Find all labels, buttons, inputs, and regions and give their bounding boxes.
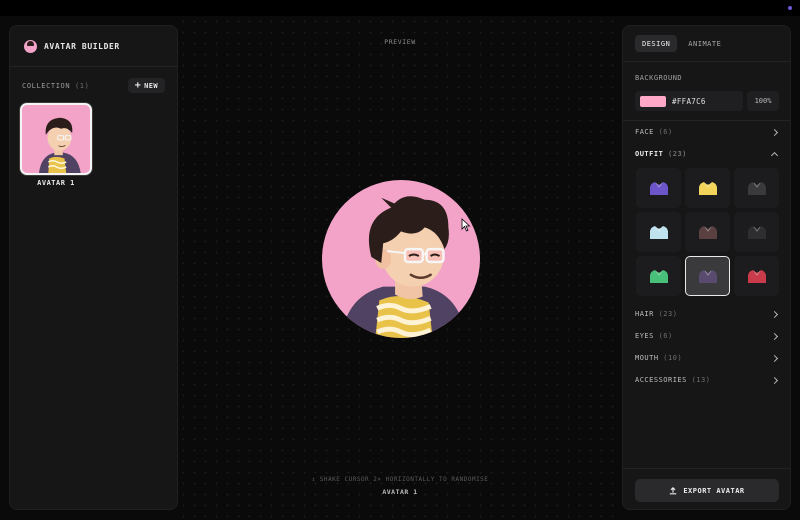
brand: AVATAR BUILDER xyxy=(24,40,120,53)
avatar-name: AVATAR 1 xyxy=(382,488,418,496)
section-accessories[interactable]: ACCESSORIES (13) xyxy=(635,374,779,386)
section-face-label: FACE (6) xyxy=(635,128,673,136)
avatar-thumbnail-label: AVATAR 1 xyxy=(37,179,75,187)
new-button-label: NEW xyxy=(144,81,158,90)
shirt-icon xyxy=(649,270,668,283)
chevron-right-icon xyxy=(770,128,779,136)
outfit-option[interactable] xyxy=(685,256,730,296)
section-outfit[interactable]: OUTFIT (23) xyxy=(635,148,779,160)
plus-icon: + xyxy=(134,79,142,91)
shirt-icon xyxy=(649,182,668,195)
avatar-thumbnail[interactable] xyxy=(20,103,92,175)
outfit-option[interactable] xyxy=(734,212,779,252)
section-hair[interactable]: HAIR (23) xyxy=(635,308,779,320)
avatar-illustration xyxy=(341,196,467,338)
shirt-icon xyxy=(698,270,717,283)
collection-label: COLLECTION (1) xyxy=(22,82,89,90)
shirt-icon xyxy=(649,226,668,239)
collection-panel: AVATAR BUILDER COLLECTION (1) + NEW AVAT… xyxy=(9,25,178,510)
upload-icon xyxy=(670,486,677,494)
section-eyes[interactable]: EYES (6) xyxy=(635,330,779,342)
avatar-thumbnail-illustration xyxy=(39,117,81,173)
collection-title: COLLECTION xyxy=(22,82,71,90)
section-hair-label: HAIR (23) xyxy=(635,310,678,318)
section-eyes-label: EYES (6) xyxy=(635,332,673,340)
collection-count: (1) xyxy=(74,82,90,90)
section-face[interactable]: FACE (6) xyxy=(635,126,779,138)
background-color-field[interactable]: #FFA7C6 xyxy=(635,91,743,111)
color-swatch[interactable] xyxy=(640,95,666,107)
shirt-icon xyxy=(747,182,766,195)
outfit-option[interactable] xyxy=(636,256,681,296)
chevron-right-icon xyxy=(770,332,779,340)
divider xyxy=(10,66,177,67)
outfit-option[interactable] xyxy=(636,168,681,208)
outfit-option[interactable] xyxy=(685,168,730,208)
divider xyxy=(623,120,790,121)
shirt-icon xyxy=(747,270,766,283)
app-title: AVATAR BUILDER xyxy=(44,42,120,51)
background-row: #FFA7C6 100% xyxy=(635,91,779,111)
section-outfit-label: OUTFIT (23) xyxy=(635,150,687,158)
chevron-right-icon xyxy=(770,376,779,384)
shirt-icon xyxy=(747,226,766,239)
top-bar xyxy=(0,0,800,16)
divider xyxy=(623,468,790,469)
outfit-option[interactable] xyxy=(734,168,779,208)
tab-animate[interactable]: ANIMATE xyxy=(681,35,728,52)
avatar-preview[interactable] xyxy=(322,180,480,338)
section-mouth-label: MOUTH (10) xyxy=(635,354,683,362)
shirt-icon xyxy=(698,226,717,239)
background-label: BACKGROUND xyxy=(635,74,683,82)
chevron-right-icon xyxy=(770,354,779,362)
export-avatar-button[interactable]: EXPORT AVATAR xyxy=(635,479,779,502)
section-accessories-label: ACCESSORIES (13) xyxy=(635,376,711,384)
editor-panel: DESIGN ANIMATE BACKGROUND #FFA7C6 100% F… xyxy=(622,25,791,510)
outfit-option[interactable] xyxy=(636,212,681,252)
background-opacity-field[interactable]: 100% xyxy=(747,91,779,111)
preview-label: PREVIEW xyxy=(384,38,416,46)
status-dot xyxy=(788,6,792,10)
outfit-grid xyxy=(636,168,780,296)
chevron-right-icon xyxy=(770,310,779,318)
section-mouth[interactable]: MOUTH (10) xyxy=(635,352,779,364)
tab-design[interactable]: DESIGN xyxy=(635,35,678,52)
avatar-logo-icon xyxy=(24,40,37,53)
new-avatar-button[interactable]: + NEW xyxy=(127,78,165,93)
chevron-up-icon xyxy=(770,151,779,160)
editor-tabs: DESIGN ANIMATE xyxy=(635,35,728,52)
mouse-cursor-icon xyxy=(461,218,471,232)
divider xyxy=(623,61,790,62)
randomise-hint: ↕ SHAKE CURSOR 2× HORIZONTALLY TO RANDOM… xyxy=(311,476,489,483)
outfit-option[interactable] xyxy=(685,212,730,252)
export-button-label: EXPORT AVATAR xyxy=(683,486,745,495)
shirt-icon xyxy=(698,182,717,195)
outfit-option[interactable] xyxy=(734,256,779,296)
preview-canvas[interactable]: PREVIEW ↕ SHAKE CURSOR 2× HORIZONTALLY T… xyxy=(178,16,622,520)
background-hex: #FFA7C6 xyxy=(672,96,706,106)
